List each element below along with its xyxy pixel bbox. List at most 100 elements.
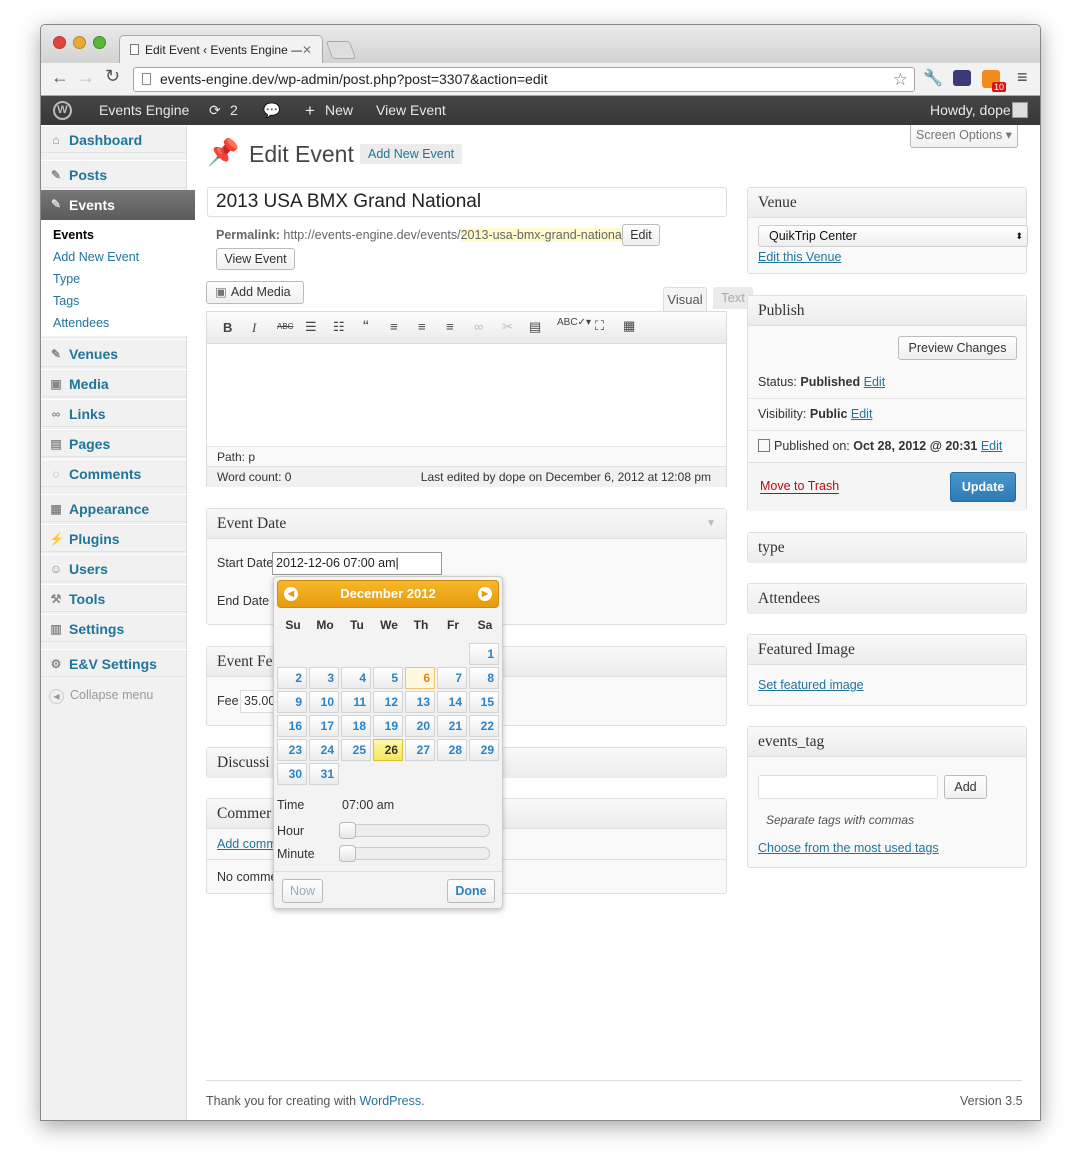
day-16[interactable]: 16: [277, 715, 307, 737]
submenu-tags[interactable]: Tags: [53, 294, 79, 308]
day-25[interactable]: 25: [341, 739, 371, 761]
sidebar-item-posts[interactable]: ✎ Posts: [41, 160, 187, 188]
day-15[interactable]: 15: [469, 691, 499, 713]
sidebar-item-links[interactable]: ∞ Links: [41, 399, 187, 427]
wordpress-link[interactable]: WordPress: [360, 1094, 422, 1108]
view-event-link[interactable]: View Event: [376, 96, 446, 125]
day-27[interactable]: 27: [405, 739, 435, 761]
submenu-attendees[interactable]: Attendees: [53, 316, 109, 330]
day-7[interactable]: 7: [437, 667, 467, 689]
unlink-icon[interactable]: ✂: [502, 319, 513, 335]
align-center-icon[interactable]: ≡: [418, 319, 426, 334]
permalink-edit-button[interactable]: Edit: [622, 224, 660, 246]
sidebar-item-ev-settings[interactable]: ⚙ E&V Settings: [41, 649, 187, 677]
sidebar-item-pages[interactable]: ▤ Pages: [41, 429, 187, 457]
permalink-slug[interactable]: 2013-usa-bmx-grand-national: [460, 228, 625, 242]
events-tag-header[interactable]: events_tag: [748, 727, 1026, 757]
day-31[interactable]: 31: [309, 763, 339, 785]
sidebar-item-events[interactable]: ✎ Events: [41, 190, 195, 220]
move-to-trash-link[interactable]: Move to Trash: [760, 479, 840, 494]
updates-icon[interactable]: ⟳: [209, 96, 221, 125]
day-19[interactable]: 19: [373, 715, 403, 737]
day-6[interactable]: 6: [405, 667, 435, 689]
day-13[interactable]: 13: [405, 691, 435, 713]
sidebar-item-media[interactable]: ▣ Media: [41, 369, 187, 397]
add-new-event-button[interactable]: Add New Event: [360, 144, 463, 164]
updates-count[interactable]: 2: [230, 96, 238, 125]
tab-visual[interactable]: Visual: [663, 287, 707, 311]
day-18[interactable]: 18: [341, 715, 371, 737]
day-4[interactable]: 4: [341, 667, 371, 689]
day-11[interactable]: 11: [341, 691, 371, 713]
more-tag-icon[interactable]: ▤: [529, 319, 541, 335]
type-header[interactable]: type: [748, 533, 1026, 563]
set-featured-image-link[interactable]: Set featured image: [758, 678, 864, 692]
link-icon[interactable]: ∞: [474, 319, 483, 334]
sidebar-item-tools[interactable]: ⚒ Tools: [41, 584, 187, 612]
day-8[interactable]: 8: [469, 667, 499, 689]
minute-slider[interactable]: [339, 845, 490, 862]
fullscreen-icon[interactable]: ⛶: [595, 318, 604, 334]
new-menu[interactable]: New: [325, 96, 353, 125]
forward-icon[interactable]: →: [77, 67, 95, 88]
attendees-header[interactable]: Attendees: [748, 584, 1026, 614]
strikethrough-icon[interactable]: ABC: [277, 322, 293, 331]
submenu-events[interactable]: Events: [53, 228, 94, 242]
view-event-button[interactable]: View Event: [216, 248, 295, 270]
collapse-menu[interactable]: ◀ Collapse menu: [49, 688, 153, 704]
address-bar[interactable]: events-engine.dev/wp-admin/post.php?post…: [133, 67, 915, 92]
bookmark-star-icon[interactable]: ☆: [893, 68, 908, 91]
day-2[interactable]: 2: [277, 667, 307, 689]
sidebar-item-appearance[interactable]: ▦ Appearance: [41, 494, 187, 522]
add-comment-link[interactable]: Add comm: [217, 837, 277, 851]
sidebar-item-plugins[interactable]: ⚡ Plugins: [41, 524, 187, 552]
minimize-window-button[interactable]: [73, 36, 86, 49]
sidebar-item-settings[interactable]: ▥ Settings: [41, 614, 187, 642]
sidebar-item-comments[interactable]: ◌ Comments: [41, 459, 187, 487]
close-window-button[interactable]: [53, 36, 66, 49]
featured-image-header[interactable]: Featured Image: [748, 635, 1026, 665]
bullet-list-icon[interactable]: ☰: [305, 319, 317, 335]
new-tab-button[interactable]: [325, 41, 357, 59]
toggle-arrow-icon[interactable]: ▼: [706, 509, 716, 539]
wordpress-logo-icon[interactable]: W: [53, 101, 72, 120]
status-edit-link[interactable]: Edit: [864, 375, 886, 389]
preview-changes-button[interactable]: Preview Changes: [898, 336, 1017, 360]
close-tab-icon[interactable]: ✕: [302, 43, 312, 57]
visibility-edit-link[interactable]: Edit: [851, 407, 873, 421]
minute-slider-handle[interactable]: [339, 845, 356, 862]
prev-month-icon[interactable]: ◀: [284, 587, 298, 601]
browser-tab[interactable]: Edit Event ‹ Events Engine — ✕: [119, 35, 323, 63]
day-1[interactable]: 1: [469, 643, 499, 665]
update-button[interactable]: Update: [950, 472, 1016, 502]
zoom-window-button[interactable]: [93, 36, 106, 49]
sidebar-item-users[interactable]: ☺ Users: [41, 554, 187, 582]
day-23[interactable]: 23: [277, 739, 307, 761]
italic-icon[interactable]: I: [252, 320, 256, 336]
align-right-icon[interactable]: ≡: [446, 319, 454, 334]
day-17[interactable]: 17: [309, 715, 339, 737]
day-30[interactable]: 30: [277, 763, 307, 785]
tag-input[interactable]: [758, 775, 938, 799]
post-title-input[interactable]: 2013 USA BMX Grand National: [207, 187, 727, 217]
start-date-input[interactable]: 2012-12-06 07:00 am|: [272, 552, 442, 575]
submenu-add-new-event[interactable]: Add New Event: [53, 250, 139, 264]
day-14[interactable]: 14: [437, 691, 467, 713]
edit-venue-link[interactable]: Edit this Venue: [758, 250, 841, 264]
publish-header[interactable]: Publish: [748, 296, 1026, 326]
hour-slider-handle[interactable]: [339, 822, 356, 839]
bold-icon[interactable]: B: [223, 320, 232, 335]
add-media-button[interactable]: ▣ Add Media: [206, 281, 304, 304]
add-tag-button[interactable]: Add: [944, 775, 987, 799]
day-26[interactable]: 26: [373, 739, 403, 761]
choose-most-used-tags-link[interactable]: Choose from the most used tags: [758, 841, 939, 855]
back-icon[interactable]: ←: [51, 67, 69, 88]
align-left-icon[interactable]: ≡: [390, 319, 398, 334]
editor-content-area[interactable]: [207, 345, 726, 446]
comments-bubble-icon[interactable]: 💬: [263, 96, 280, 125]
venue-header[interactable]: Venue: [748, 188, 1026, 218]
howdy-user[interactable]: Howdy, dope: [930, 96, 1011, 125]
hour-slider[interactable]: [339, 822, 490, 839]
day-22[interactable]: 22: [469, 715, 499, 737]
site-name[interactable]: Events Engine: [99, 96, 189, 125]
